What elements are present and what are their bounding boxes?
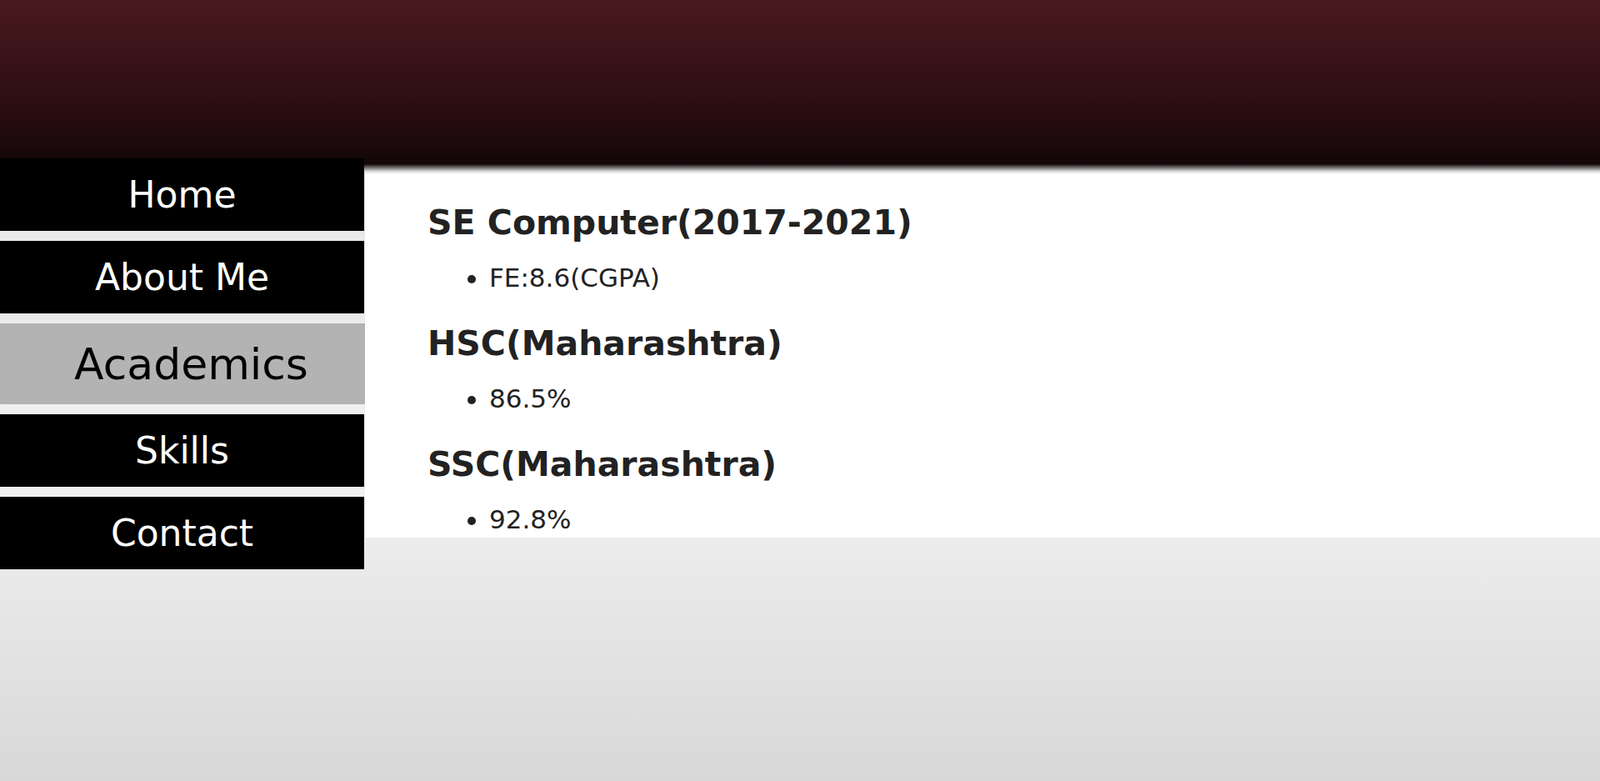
nav-item[interactable]: About Me: [0, 240, 365, 314]
section-list: 86.5%: [427, 381, 1584, 415]
section-heading: SE Computer(2017-2021): [427, 200, 1584, 246]
academic-section: SE Computer(2017-2021) FE:8.6(CGPA): [427, 200, 1584, 295]
nav-item[interactable]: Contact: [0, 496, 365, 570]
academics-panel: SE Computer(2017-2021) FE:8.6(CGPA) HSC(Ma…: [365, 173, 1600, 538]
section-item: 86.5%: [489, 381, 1584, 415]
content: SE Computer(2017-2021) FE:8.6(CGPA) HSC(Ma…: [0, 173, 1600, 538]
nav-item[interactable]: Skills: [0, 414, 365, 487]
section-item: FE:8.6(CGPA): [489, 260, 1584, 295]
section-heading: SSC(Maharashtra): [427, 441, 1584, 488]
section-item: 92.8%: [489, 502, 1584, 536]
nav-menu: Home About Me Academics Skills Contact: [0, 158, 383, 570]
academic-section: SSC(Maharashtra) 92.8%: [427, 441, 1584, 536]
academic-section: HSC(Maharashtra) 86.5%: [427, 320, 1584, 415]
nav-item[interactable]: Home: [0, 158, 365, 231]
nav-item[interactable]: Academics: [0, 323, 383, 405]
section-list: FE:8.6(CGPA): [427, 260, 1584, 295]
section-list: 92.8%: [427, 502, 1584, 536]
section-heading: HSC(Maharashtra): [427, 320, 1584, 367]
page: HomeAbout MeAcademicsSkillsContactSE Com…: [0, 0, 1600, 781]
